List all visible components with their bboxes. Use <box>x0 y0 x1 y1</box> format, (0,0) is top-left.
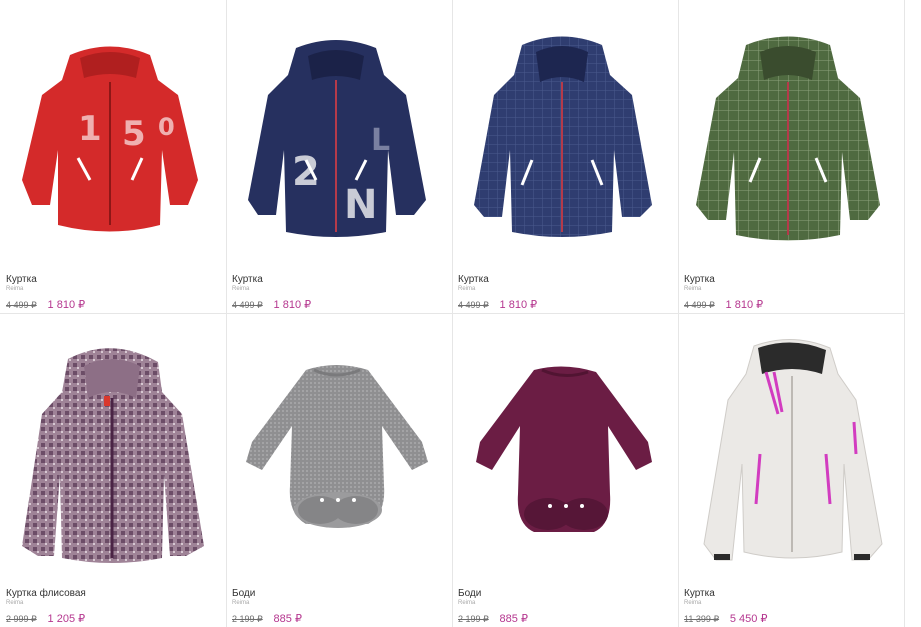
product-grid: 1 5 0 Куртка Reima 4 499 ₽ 1 810 ₽ 2 N L <box>0 0 905 627</box>
product-info: Куртка Reima 4 499 ₽ 1 810 ₽ <box>232 274 446 312</box>
product-brand: Reima <box>6 600 24 606</box>
product-image-burgundy-bodysuit[interactable] <box>452 314 678 584</box>
old-price: 2 199 ₽ <box>458 614 489 624</box>
product-brand: Reima <box>684 286 702 292</box>
product-brand: Reima <box>458 286 476 292</box>
sale-price: 1 810 ₽ <box>273 299 312 311</box>
row-divider <box>0 313 905 314</box>
product-card[interactable]: Куртка флисовая Reima 2 999 ₽ 1 205 ₽ <box>0 314 226 627</box>
product-name[interactable]: Куртка <box>6 274 220 286</box>
product-name[interactable]: Куртка <box>684 588 898 600</box>
price-block: 4 499 ₽ 1 810 ₽ <box>6 299 220 312</box>
product-info: Куртка Reima 4 499 ₽ 1 810 ₽ <box>684 274 898 312</box>
product-image-purple-fleece-jacket[interactable] <box>0 314 226 584</box>
product-info: Куртка Reima 4 499 ₽ 1 810 ₽ <box>458 274 672 312</box>
price-block: 4 499 ₽ 1 810 ₽ <box>232 299 446 312</box>
product-card[interactable]: 2 N L Куртка Reima 4 499 ₽ 1 810 ₽ <box>226 0 452 313</box>
product-info: Боди Reima 2 199 ₽ 885 ₽ <box>232 588 446 626</box>
old-price: 2 199 ₽ <box>232 614 263 624</box>
product-card[interactable]: 1 5 0 Куртка Reima 4 499 ₽ 1 810 ₽ <box>0 0 226 313</box>
old-price: 11 399 ₽ <box>684 614 720 624</box>
price-block: 11 399 ₽ 5 450 ₽ <box>684 613 898 626</box>
svg-text:1: 1 <box>78 109 102 149</box>
sale-price: 885 ₽ <box>273 613 302 625</box>
old-price: 4 499 ₽ <box>232 300 263 310</box>
old-price: 4 499 ₽ <box>6 300 37 310</box>
product-name[interactable]: Боди <box>458 588 672 600</box>
price-block: 2 199 ₽ 885 ₽ <box>458 613 672 626</box>
product-image-navy-jacket[interactable]: 2 N L <box>226 0 452 270</box>
product-brand: Reima <box>232 600 250 606</box>
svg-text:L: L <box>371 123 390 158</box>
old-price: 4 499 ₽ <box>458 300 489 310</box>
price-block: 4 499 ₽ 1 810 ₽ <box>684 299 898 312</box>
product-brand: Reima <box>6 286 24 292</box>
product-card[interactable]: Куртка Reima 11 399 ₽ 5 450 ₽ <box>678 314 904 627</box>
product-card[interactable]: Куртка Reima 4 499 ₽ 1 810 ₽ <box>678 0 904 313</box>
product-info: Куртка Reima 11 399 ₽ 5 450 ₽ <box>684 588 898 626</box>
svg-text:2: 2 <box>292 149 320 195</box>
product-brand: Reima <box>232 286 250 292</box>
sale-price: 1 810 ₽ <box>47 299 86 311</box>
svg-text:0: 0 <box>158 113 175 141</box>
product-info: Куртка флисовая Reima 2 999 ₽ 1 205 ₽ <box>6 588 220 626</box>
product-name[interactable]: Боди <box>232 588 446 600</box>
product-card[interactable]: Боди Reima 2 199 ₽ 885 ₽ <box>452 314 678 627</box>
product-name[interactable]: Куртка флисовая <box>6 588 220 600</box>
svg-text:N: N <box>344 182 377 228</box>
product-info: Боди Reima 2 199 ₽ 885 ₽ <box>458 588 672 626</box>
price-block: 4 499 ₽ 1 810 ₽ <box>458 299 672 312</box>
sale-price: 1 810 ₽ <box>725 299 764 311</box>
product-image-navy-checked-jacket[interactable] <box>452 0 678 270</box>
sale-price: 5 450 ₽ <box>729 613 768 625</box>
product-card[interactable]: Боди Reima 2 199 ₽ 885 ₽ <box>226 314 452 627</box>
product-name[interactable]: Куртка <box>458 274 672 286</box>
price-block: 2 199 ₽ 885 ₽ <box>232 613 446 626</box>
old-price: 4 499 ₽ <box>684 300 715 310</box>
product-name[interactable]: Куртка <box>684 274 898 286</box>
product-image-red-jacket[interactable]: 1 5 0 <box>0 0 226 270</box>
product-image-green-jacket[interactable] <box>678 0 904 270</box>
old-price: 2 999 ₽ <box>6 614 37 624</box>
price-block: 2 999 ₽ 1 205 ₽ <box>6 613 220 626</box>
product-image-white-ski-jacket[interactable] <box>678 314 904 584</box>
sale-price: 885 ₽ <box>499 613 528 625</box>
sale-price: 1 810 ₽ <box>499 299 538 311</box>
product-name[interactable]: Куртка <box>232 274 446 286</box>
sale-price: 1 205 ₽ <box>47 613 86 625</box>
product-image-grey-bodysuit[interactable] <box>226 314 452 584</box>
svg-text:5: 5 <box>122 114 146 154</box>
product-brand: Reima <box>684 600 702 606</box>
product-card[interactable]: Куртка Reima 4 499 ₽ 1 810 ₽ <box>452 0 678 313</box>
product-brand: Reima <box>458 600 476 606</box>
product-info: Куртка Reima 4 499 ₽ 1 810 ₽ <box>6 274 220 312</box>
